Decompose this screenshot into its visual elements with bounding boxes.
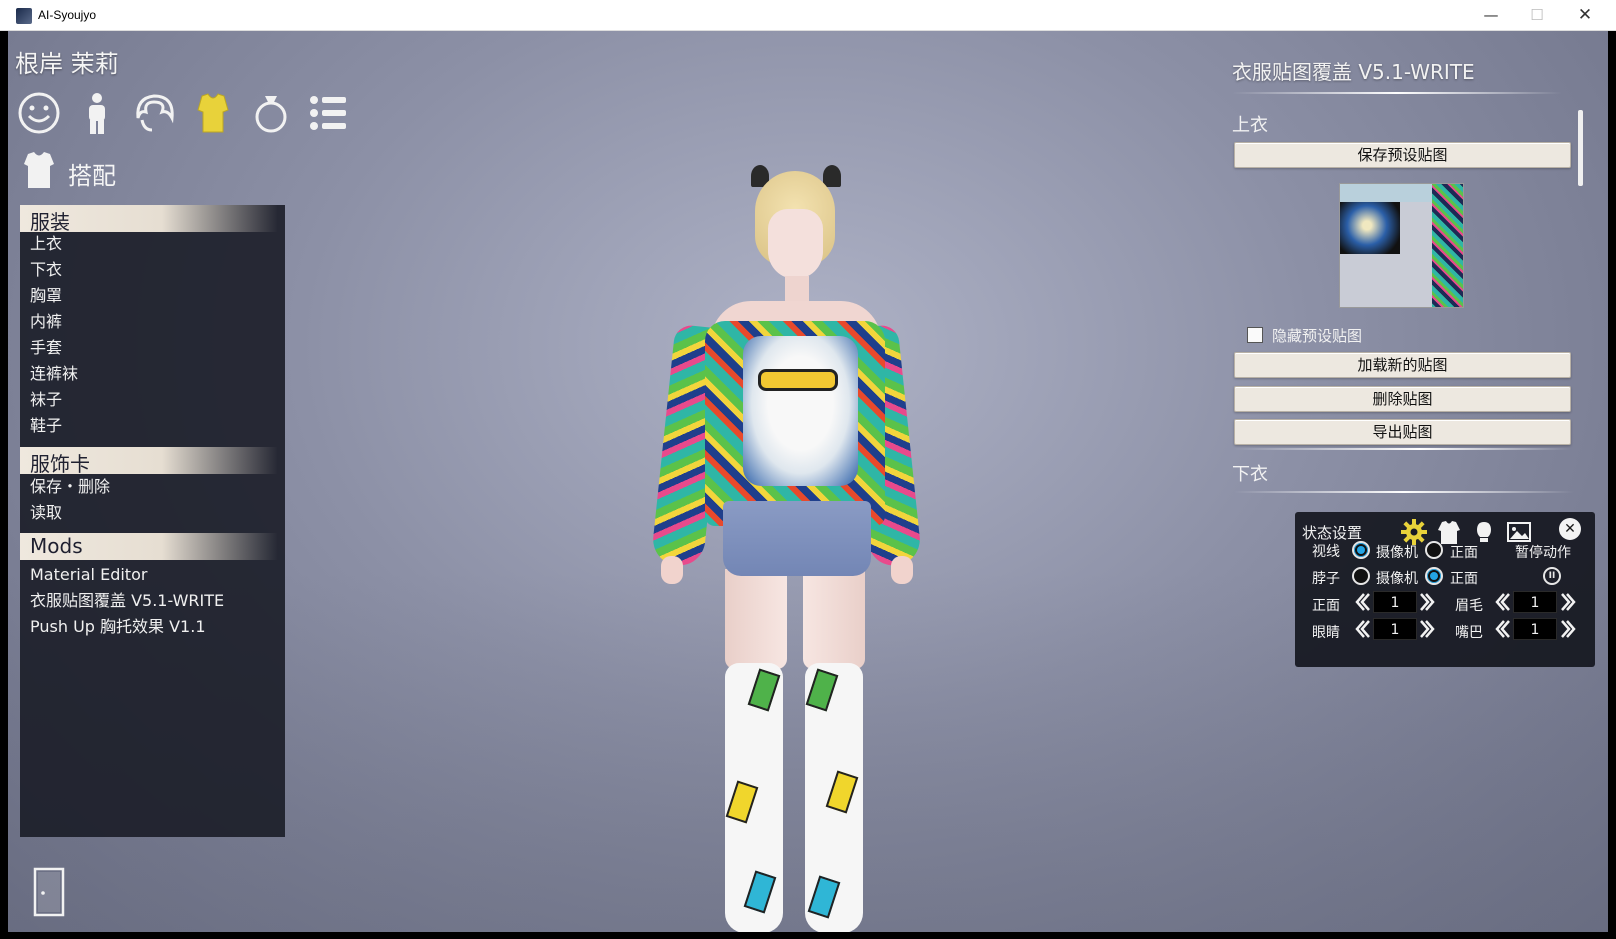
character-face	[768, 209, 823, 279]
neck-front-radio[interactable]	[1425, 567, 1443, 585]
close-window-button[interactable]: ✕	[1562, 0, 1608, 31]
menu-item-socks[interactable]: 袜子	[30, 389, 62, 411]
menu-item-bra[interactable]: 胸罩	[30, 285, 62, 307]
face-icon[interactable]	[16, 90, 62, 136]
load-new-texture-button[interactable]: 加载新的贴图	[1234, 352, 1571, 378]
character-top-goggles	[758, 369, 838, 391]
eyes-next-chevron-icon[interactable]	[1420, 618, 1436, 640]
menu-item-load[interactable]: 读取	[30, 502, 62, 524]
state-settings-panel: 状态设置 ✕ 视线 摄像机 正面 暂停动作 脖子 摄像机 正面 II 正面 1	[1295, 512, 1595, 667]
eyes-label: 眼睛	[1312, 625, 1340, 641]
hide-preset-label: 隐藏预设贴图	[1272, 327, 1363, 345]
neck-camera-radio[interactable]	[1352, 567, 1370, 585]
neck-label: 脖子	[1312, 571, 1340, 587]
menu-item-top[interactable]: 上衣	[30, 233, 62, 255]
menu-item-pantyhose[interactable]: 连裤袜	[30, 363, 78, 385]
mods-header-label: Mods	[30, 534, 83, 558]
texture-override-title: 衣服贴图覆盖 V5.1-WRITE	[1232, 60, 1475, 84]
front-value-field[interactable]: 1	[1373, 591, 1417, 613]
bottom-divider	[1234, 491, 1574, 493]
mouth-next-chevron-icon[interactable]	[1561, 618, 1577, 640]
top-section-label: 上衣	[1232, 115, 1268, 136]
menu-item-gloves[interactable]: 手套	[30, 337, 62, 359]
right-panel-scrollbar[interactable]	[1578, 110, 1583, 186]
minimize-button[interactable]: —	[1468, 0, 1514, 31]
card-header: 服饰卡	[20, 447, 278, 476]
title-divider	[1232, 92, 1562, 94]
neck-camera-label: 摄像机	[1376, 571, 1418, 587]
menu-item-bottom[interactable]: 下衣	[30, 259, 62, 281]
menu-item-save-delete[interactable]: 保存・删除	[30, 476, 110, 498]
hide-preset-checkbox[interactable]	[1247, 327, 1263, 343]
section-title-label: 搭配	[68, 162, 116, 190]
mods-header: Mods	[20, 533, 278, 560]
title-bar: AI-Syoujyo — ☐ ✕	[0, 0, 1616, 31]
save-preset-texture-button[interactable]: 保存预设贴图	[1234, 142, 1571, 168]
eyes-value-field[interactable]: 1	[1373, 618, 1417, 640]
mouth-label: 嘴巴	[1455, 625, 1483, 641]
shirt-icon	[24, 152, 54, 188]
character-shorts	[723, 501, 871, 576]
export-texture-button[interactable]: 导出贴图	[1234, 419, 1571, 445]
menu-item-material-editor[interactable]: Material Editor	[30, 564, 147, 586]
pause-action-button[interactable]: II	[1543, 567, 1561, 585]
hair-icon[interactable]	[132, 90, 178, 136]
door-icon[interactable]	[33, 867, 65, 917]
gaze-front-radio[interactable]	[1425, 541, 1443, 559]
pause-action-label: 暂停动作	[1515, 545, 1571, 561]
front-next-chevron-icon[interactable]	[1420, 591, 1436, 613]
menu-item-push-up[interactable]: Push Up 胸托效果 V1.1	[30, 616, 206, 638]
section-title: 搭配	[22, 150, 322, 190]
delete-texture-button[interactable]: 删除贴图	[1234, 386, 1571, 412]
eyes-prev-chevron-icon[interactable]	[1354, 618, 1370, 640]
character-stocking-left	[725, 663, 783, 932]
close-state-panel-button[interactable]: ✕	[1559, 518, 1581, 540]
character-top-print	[743, 336, 858, 486]
mouth-prev-chevron-icon[interactable]	[1494, 618, 1510, 640]
maximize-button[interactable]: ☐	[1514, 0, 1560, 31]
eyebrow-next-chevron-icon[interactable]	[1561, 591, 1577, 613]
window-title: AI-Syoujyo	[38, 8, 97, 22]
character-thigh-right	[803, 569, 865, 669]
gaze-camera-label: 摄像机	[1376, 545, 1418, 561]
character-hand-left	[661, 556, 683, 584]
section-divider	[1234, 448, 1571, 450]
texture-preview	[1339, 183, 1464, 308]
menu-item-underwear[interactable]: 内裤	[30, 311, 62, 333]
clothes-icon[interactable]	[190, 90, 236, 136]
front-prev-chevron-icon[interactable]	[1354, 591, 1370, 613]
hair-ornament-right	[823, 165, 841, 187]
outfit-menu-panel: 服装 上衣 下衣 胸罩 内裤 手套 连裤袜 袜子 鞋子 服饰卡 保存・删除 读取…	[20, 205, 285, 837]
app-icon	[16, 8, 32, 24]
body-icon[interactable]	[74, 90, 120, 136]
list-icon[interactable]	[306, 90, 352, 136]
eyebrow-prev-chevron-icon[interactable]	[1494, 591, 1510, 613]
character-name: 根岸 茉莉	[15, 50, 119, 78]
mouth-value-field[interactable]: 1	[1513, 618, 1557, 640]
card-header-label: 服饰卡	[30, 452, 90, 476]
gaze-front-label: 正面	[1450, 545, 1478, 561]
menu-item-shoes[interactable]: 鞋子	[30, 415, 62, 437]
character-thigh-left	[725, 569, 787, 669]
eyebrow-value-field[interactable]: 1	[1513, 591, 1557, 613]
neck-front-label: 正面	[1450, 571, 1478, 587]
eyebrow-label: 眉毛	[1455, 598, 1483, 614]
accessory-icon[interactable]	[248, 90, 294, 136]
gaze-camera-radio[interactable]	[1352, 541, 1370, 559]
clothing-header-label: 服装	[30, 210, 70, 234]
character-model	[650, 151, 943, 932]
front-value-label: 正面	[1312, 598, 1340, 614]
gaze-label: 视线	[1312, 544, 1340, 560]
character-stocking-right	[805, 663, 863, 932]
menu-item-texture-override[interactable]: 衣服贴图覆盖 V5.1-WRITE	[30, 590, 224, 612]
bottom-section-label: 下衣	[1232, 464, 1268, 485]
state-settings-title: 状态设置	[1302, 524, 1363, 542]
character-hand-right	[891, 556, 913, 584]
clothing-header: 服装	[20, 205, 278, 234]
